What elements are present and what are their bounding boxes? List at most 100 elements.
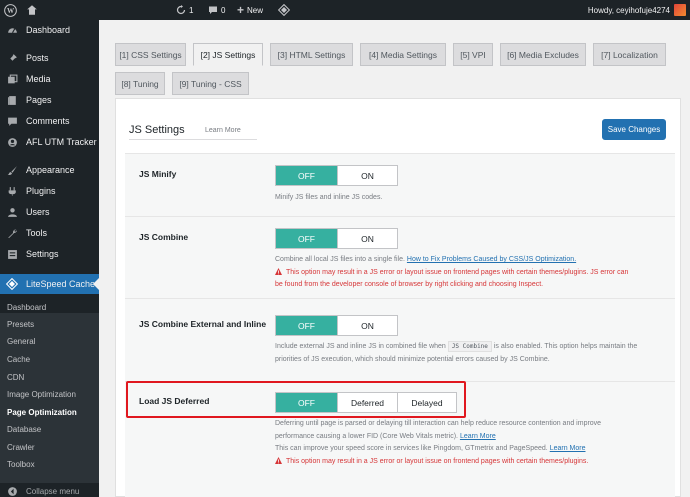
warning-text: This option may result in a JS error or …: [275, 267, 628, 288]
toggle-off-option[interactable]: OFF: [276, 229, 338, 248]
js-combine-external-toggle[interactable]: OFF ON: [275, 315, 398, 336]
sidebar-item-label: Settings: [26, 249, 59, 259]
tab-media-excludes[interactable]: [6] Media Excludes: [500, 43, 586, 66]
sidebar-item-label: Posts: [26, 53, 49, 63]
pin-icon: [6, 52, 18, 64]
user-icon: [6, 206, 18, 218]
fix-problems-link[interactable]: How to Fix Problems Caused by CSS/JS Opt…: [407, 256, 576, 263]
updates-count: 1: [189, 5, 194, 15]
brush-icon: [6, 164, 18, 176]
media-icon: [6, 73, 18, 85]
learn-more-link[interactable]: Learn More: [205, 127, 241, 134]
highlight-annotation-box: [126, 381, 466, 418]
plus-icon: +: [237, 3, 245, 17]
new-content-button[interactable]: + New: [237, 0, 263, 20]
sidebar-item-dashboard[interactable]: Dashboard: [0, 20, 99, 40]
submenu-item-page-optimization[interactable]: Page Optimization: [0, 404, 99, 421]
howdy-user[interactable]: Howdy, ceyihofuje4274: [588, 0, 670, 20]
admin-bar: W 1 0 + New Howdy, ceyihofuje4274: [0, 0, 690, 20]
submenu-item-cache[interactable]: Cache: [0, 351, 99, 368]
submenu-item-toolbox[interactable]: Toolbox: [0, 456, 99, 473]
setting-description: Deferring until page is parsed or delayi…: [275, 418, 665, 468]
wordpress-logo-icon[interactable]: W: [4, 0, 17, 20]
js-combine-toggle[interactable]: OFF ON: [275, 228, 398, 249]
pages-icon: [6, 94, 18, 106]
sidebar-item-label: Plugins: [26, 186, 56, 196]
tab-js-settings[interactable]: [2] JS Settings: [193, 43, 263, 66]
learn-more-link[interactable]: Learn More: [460, 433, 496, 440]
sidebar-item-media[interactable]: Media: [0, 69, 99, 89]
learn-more-link[interactable]: Learn More: [550, 445, 586, 452]
warning-line: be found from the developer console of b…: [275, 281, 544, 288]
setting-description: Minify JS files and inline JS codes.: [275, 194, 383, 201]
sidebar-item-users[interactable]: Users: [0, 202, 99, 222]
sidebar-item-tools[interactable]: Tools: [0, 223, 99, 243]
submenu-item-crawler[interactable]: Crawler: [0, 439, 99, 456]
sidebar-item-label: Tools: [26, 228, 48, 238]
warning-line: This option may result in a JS error or …: [286, 457, 589, 465]
settings-icon: [6, 248, 18, 260]
sidebar-item-label: AFL UTM Tracker: [26, 137, 97, 147]
sidebar-item-afl-utm-tracker[interactable]: AFL UTM Tracker: [0, 132, 99, 152]
submenu-item-cdn[interactable]: CDN: [0, 369, 99, 386]
sidebar-item-label: Pages: [26, 95, 52, 105]
litespeed-diamond-icon[interactable]: [278, 0, 290, 20]
warning-icon: [275, 456, 282, 464]
litespeed-icon: [6, 278, 18, 290]
submenu-item-general[interactable]: General: [0, 333, 99, 350]
wrench-icon: [6, 227, 18, 239]
tab-media-settings[interactable]: [4] Media Settings: [360, 43, 446, 66]
sidebar-item-label: Media: [26, 74, 51, 84]
sidebar-item-litespeed-cache[interactable]: LiteSpeed Cache: [0, 274, 99, 294]
toggle-off-option[interactable]: OFF: [276, 166, 338, 185]
plugin-icon: [6, 185, 18, 197]
toggle-on-option[interactable]: ON: [338, 229, 397, 248]
toggle-on-option[interactable]: ON: [338, 166, 397, 185]
toggle-on-option[interactable]: ON: [338, 316, 397, 335]
refresh-icon: [176, 5, 186, 15]
sidebar-item-comments[interactable]: Comments: [0, 111, 99, 131]
tab-vpi[interactable]: [5] VPI: [453, 43, 493, 66]
submenu-item-presets[interactable]: Presets: [0, 316, 99, 333]
updates-button[interactable]: 1: [176, 0, 193, 20]
description-text: This can improve your speed score in ser…: [275, 445, 548, 452]
sidebar-item-plugins[interactable]: Plugins: [0, 181, 99, 201]
setting-row-js-combine: JS Combine OFF ON Combine all local JS f…: [125, 216, 675, 298]
comment-bubble-icon: [209, 6, 217, 14]
setting-label: JS Combine: [139, 232, 189, 242]
sidebar-item-label: Appearance: [26, 165, 75, 175]
collapse-label: Collapse menu: [26, 486, 80, 496]
avatar[interactable]: [674, 4, 686, 16]
js-minify-toggle[interactable]: OFF ON: [275, 165, 398, 186]
submenu-item-image-optimization[interactable]: Image Optimization: [0, 386, 99, 403]
submenu-item-database[interactable]: Database: [0, 421, 99, 438]
setting-row-js-minify: JS Minify OFF ON Minify JS files and inl…: [125, 153, 675, 216]
tab-localization[interactable]: [7] Localization: [593, 43, 666, 66]
sidebar-item-appearance[interactable]: Appearance: [0, 160, 99, 180]
description-text: Include external JS and inline JS in com…: [275, 343, 446, 350]
setting-description: Include external JS and inline JS in com…: [275, 341, 665, 366]
home-icon[interactable]: [26, 0, 38, 20]
tab-css-settings[interactable]: [1] CSS Settings: [115, 43, 186, 66]
sidebar-item-posts[interactable]: Posts: [0, 48, 99, 68]
tab-tuning[interactable]: [8] Tuning: [115, 72, 165, 95]
svg-text:W: W: [7, 7, 15, 15]
comments-icon: [6, 115, 18, 127]
admin-sidebar: Dashboard Posts Media Pages Comments AFL…: [0, 20, 99, 497]
save-changes-button[interactable]: Save Changes: [602, 119, 666, 140]
sidebar-item-pages[interactable]: Pages: [0, 90, 99, 110]
setting-description: Combine all local JS files into a single…: [275, 254, 665, 292]
comments-button[interactable]: 0: [208, 0, 225, 20]
sidebar-item-label: Dashboard: [26, 25, 71, 35]
toggle-off-option[interactable]: OFF: [276, 316, 338, 335]
settings-panel: JS Settings Learn More Save Changes JS M…: [115, 98, 681, 497]
tab-html-settings[interactable]: [3] HTML Settings: [270, 43, 353, 66]
collapse-menu-button[interactable]: Collapse menu: [0, 481, 99, 497]
active-menu-arrow: [93, 278, 99, 290]
submenu-item-dashboard[interactable]: Dashboard: [0, 299, 99, 316]
tab-tuning-css[interactable]: [9] Tuning - CSS: [172, 72, 249, 95]
setting-label: JS Minify: [139, 169, 177, 179]
title-divider: [129, 139, 257, 140]
sidebar-item-settings[interactable]: Settings: [0, 244, 99, 264]
description-text: performance causing a lower FID (Core We…: [275, 432, 458, 440]
